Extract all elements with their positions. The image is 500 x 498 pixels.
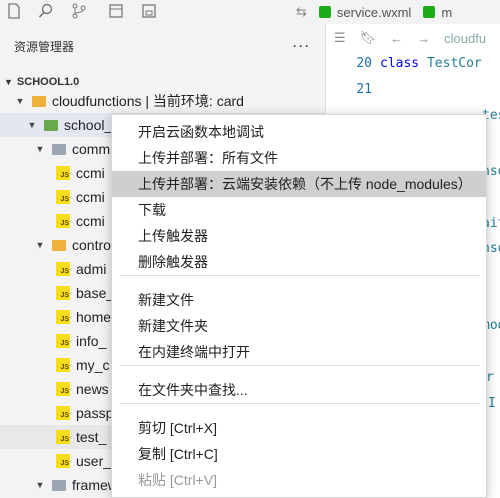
menu-item[interactable]: 新建文件 xyxy=(112,287,486,313)
js-file-icon: JS xyxy=(56,190,70,204)
folder-icon xyxy=(32,95,46,107)
breadcrumb[interactable]: cloudfu xyxy=(444,31,486,46)
tree-item-label: home xyxy=(76,309,112,325)
tree-item-label: admi xyxy=(76,261,107,277)
menu-item[interactable]: 上传触发器 xyxy=(112,223,486,249)
back-arrow-icon[interactable]: ← xyxy=(390,31,403,46)
line-number: 20 xyxy=(356,55,372,71)
tree-item-label: info_ xyxy=(76,333,107,349)
folder-icon xyxy=(52,143,66,155)
tab-label: m xyxy=(441,4,453,20)
workspace-name: SCHOOL1.0 xyxy=(16,76,80,88)
menu-separator xyxy=(120,275,480,276)
tree-item-label: comm xyxy=(72,141,111,157)
code-text: class TestCor xyxy=(380,55,482,71)
code-line: 20 class TestCor xyxy=(326,52,500,74)
tree-item-label: passp xyxy=(76,405,114,421)
tree-item-label: ccmi xyxy=(76,165,105,181)
top-toolbar: ⇆ service.wxml m xyxy=(0,0,500,24)
menu-item: 粘贴 [Ctrl+V] xyxy=(138,472,217,488)
js-file-icon: JS xyxy=(56,214,70,228)
js-file-icon: JS xyxy=(56,382,70,396)
folder-icon xyxy=(52,479,66,491)
tree-item-label: news xyxy=(76,381,109,397)
chevron-down-icon[interactable]: ▼ xyxy=(34,480,46,490)
menu-item[interactable]: 复制 [Ctrl+C] xyxy=(112,441,486,467)
tree-item-label: test_ xyxy=(76,429,107,445)
menu-separator xyxy=(120,403,480,404)
menu-item[interactable]: 删除触发器 xyxy=(112,249,486,275)
chevron-down-icon[interactable]: ▼ xyxy=(14,96,26,106)
line-number: 21 xyxy=(356,81,372,97)
menu-separator xyxy=(120,365,480,366)
js-file-icon: JS xyxy=(56,454,70,468)
outline-icon[interactable]: ☰ xyxy=(334,30,346,46)
folder-icon xyxy=(52,239,66,251)
editor-breadcrumb-bar: ☰ 🔖︎ ← → cloudfu xyxy=(326,24,500,52)
tree-item-label: base_ xyxy=(76,285,115,301)
menu-item[interactable]: 上传并部署：所有文件 xyxy=(112,145,486,171)
code-fragment: r xyxy=(486,370,494,385)
js-file-icon: JS xyxy=(56,262,70,276)
tab-service-wxml[interactable]: service.wxml xyxy=(313,0,417,24)
menu-item[interactable]: 新建文件夹 xyxy=(112,313,486,339)
tab-label: service.wxml xyxy=(336,4,412,20)
code-line: 21 xyxy=(326,78,500,100)
chevron-down-icon: ▼ xyxy=(4,77,13,87)
tab-second[interactable]: m xyxy=(417,0,458,24)
editor-tabs: ⇆ service.wxml m xyxy=(290,0,500,24)
js-file-icon: JS xyxy=(56,430,70,444)
js-file-icon: JS xyxy=(56,310,70,324)
js-file-icon: JS xyxy=(56,334,70,348)
extensions-icon[interactable] xyxy=(140,2,158,20)
menu-item[interactable]: 下载 xyxy=(112,197,486,223)
forward-arrow-icon[interactable]: → xyxy=(417,31,430,46)
js-file-icon: JS xyxy=(56,406,70,420)
chevron-down-icon[interactable]: ▼ xyxy=(34,144,46,154)
files-icon[interactable] xyxy=(5,2,23,20)
split-editor-icon[interactable]: ⇆ xyxy=(290,0,313,24)
js-file-icon: JS xyxy=(56,286,70,300)
tree-folder[interactable]: ▼ cloudfunctions | 当前环境: card xyxy=(0,89,325,113)
source-control-icon[interactable] xyxy=(70,2,88,20)
chevron-down-icon[interactable]: ▼ xyxy=(26,120,38,130)
code-fragment: I xyxy=(488,396,496,411)
chevron-down-icon[interactable]: ▼ xyxy=(34,240,46,250)
context-menu: 开启云函数本地调试 上传并部署：所有文件 上传并部署：云端安装依赖（不上传 node… xyxy=(111,114,487,498)
debug-icon[interactable] xyxy=(107,2,125,20)
js-file-icon: JS xyxy=(56,358,70,372)
menu-item[interactable]: 上传并部署：云端安装依赖（不上传 node_modules） xyxy=(112,171,486,197)
explorer-title: 资源管理器 xyxy=(14,39,75,54)
wxml-icon xyxy=(423,6,436,18)
tree-item-label: contro xyxy=(72,237,111,253)
menu-item[interactable]: 在内建终端中打开 xyxy=(112,339,486,365)
menu-item[interactable]: 在文件夹中查找... xyxy=(112,377,486,403)
bookmark-icon[interactable]: 🔖︎ xyxy=(360,30,377,46)
menu-item[interactable]: 开启云函数本地调试 xyxy=(112,119,486,145)
folder-icon xyxy=(44,119,58,131)
tree-item-label: my_c xyxy=(76,357,110,373)
tree-item-label: ccmi xyxy=(76,213,105,229)
more-actions-icon[interactable]: ··· xyxy=(293,39,311,53)
menu-item[interactable]: 剪切 [Ctrl+X] xyxy=(112,415,486,441)
js-file-icon: JS xyxy=(56,166,70,180)
search-icon[interactable] xyxy=(37,2,55,20)
wxml-icon xyxy=(318,6,331,18)
tree-item-label: ccmi xyxy=(76,189,105,205)
tree-item-label: cloudfunctions | 当前环境: card xyxy=(52,93,244,109)
tree-item-label: user_ xyxy=(76,453,112,469)
tree-item-label: school_ xyxy=(64,117,113,133)
